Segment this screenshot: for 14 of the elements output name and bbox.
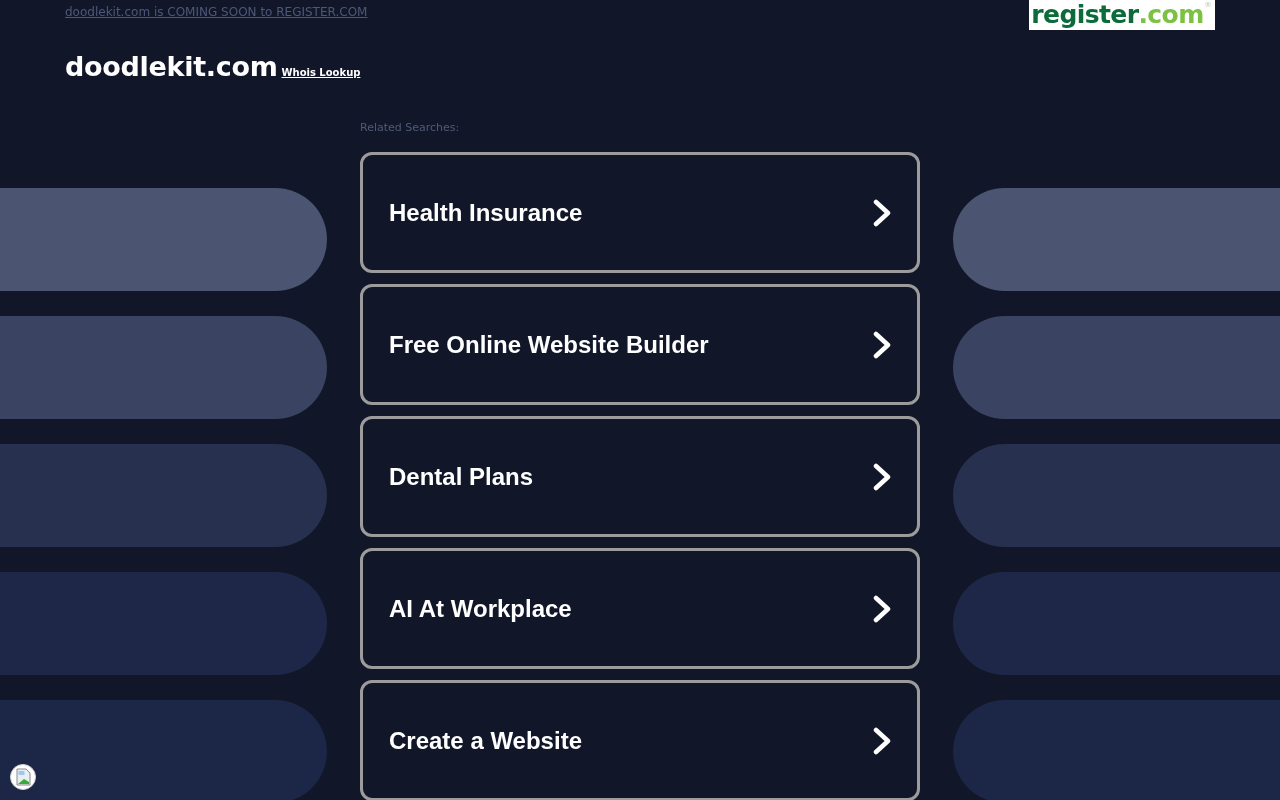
related-searches-label: Related Searches:: [360, 120, 461, 136]
chevron-right-icon: [873, 594, 891, 623]
search-link[interactable]: Health Insurance: [360, 152, 920, 273]
search-link[interactable]: Dental Plans: [360, 416, 920, 537]
chevron-right-icon: [873, 198, 891, 227]
search-link[interactable]: Create a Website: [360, 680, 920, 800]
search-link[interactable]: AI At Workplace: [360, 548, 920, 669]
chevron-right-icon: [873, 462, 891, 491]
chevron-right-icon: [873, 726, 891, 755]
chevron-right-icon: [873, 330, 891, 359]
domain-title: doodlekit.com: [65, 50, 278, 84]
broken-image-icon: [10, 764, 36, 790]
search-link[interactable]: Free Online Website Builder: [360, 284, 920, 405]
whois-lookup-link[interactable]: Whois Lookup: [281, 67, 361, 78]
